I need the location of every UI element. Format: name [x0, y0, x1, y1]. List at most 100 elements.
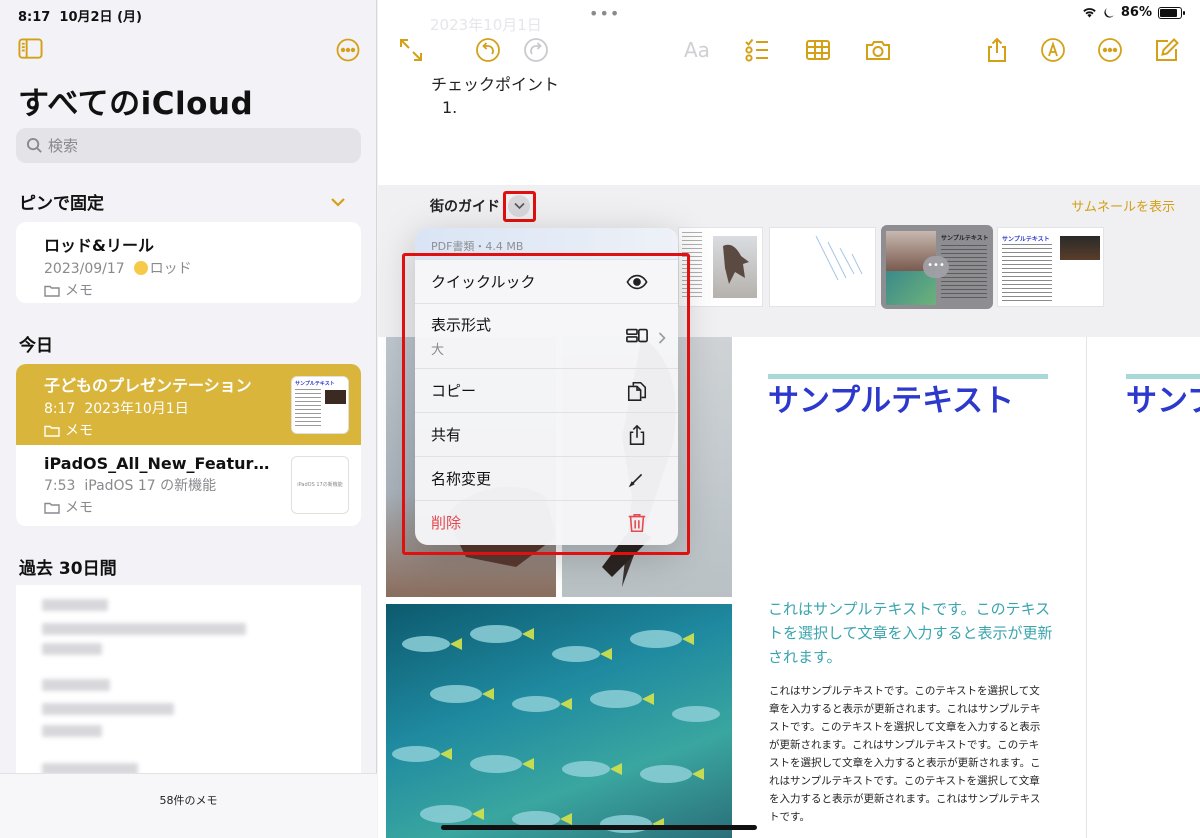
menu-item-share[interactable]: 共有 — [415, 412, 678, 456]
menu-item-label: 名称変更 — [431, 470, 492, 488]
note-thumbnail: サンプルテキスト — [291, 376, 349, 434]
note-title: iPadOS_All_New_Features… — [44, 454, 279, 473]
today-notes-card: 子どものプレゼンテーション 8:17 2023年10月1日 メモ サンプルテキス… — [16, 364, 361, 526]
menu-item-text: 表示形式 大 — [431, 314, 491, 358]
attachment-context-menu: PDF書類・4.4 MB クイックルック 表示形式 大 コピー 共有 名称変更 — [415, 228, 678, 545]
menu-item-label: コピー — [431, 382, 477, 400]
document-heading-next-page: サンプ — [1126, 383, 1200, 419]
layout-icon — [626, 325, 648, 347]
search-icon — [26, 137, 42, 153]
note-item-rod-reel[interactable]: ロッド&リール 2023/09/17 ロッド メモ — [16, 224, 361, 300]
search-bar[interactable] — [16, 128, 361, 163]
past30-section-header: 過去 30日間 — [19, 559, 117, 579]
menu-item-sublabel: 大 — [431, 343, 445, 358]
undo-icon[interactable] — [475, 37, 501, 63]
page-thumbnail[interactable] — [678, 227, 763, 307]
battery-icon — [1158, 6, 1185, 19]
markup-pen-icon[interactable] — [1040, 37, 1066, 63]
note-preview: iPadOS 17 の新機能 — [84, 478, 217, 494]
sidebar: 8:17 10月2日 (月) すべてのiCloud ピンで固定 ロッド&リール … — [0, 0, 377, 838]
chevron-right-icon — [658, 330, 666, 344]
menu-item-label: 削除 — [431, 514, 462, 532]
document-lead-text: これはサンプルテキストです。このテキストを選択して文章を入力すると表示が更新され… — [768, 600, 1053, 666]
multitasking-menu-icon[interactable]: ••• — [589, 4, 620, 23]
menu-file-info: PDF書類・4.4 MB — [415, 228, 678, 259]
thumbnail-text-lines — [295, 389, 321, 427]
note-preview: ロッド — [149, 261, 192, 277]
yellow-circle-icon — [133, 261, 148, 275]
menu-item-rename[interactable]: 名称変更 — [415, 456, 678, 500]
menu-item-copy[interactable]: コピー — [415, 368, 678, 412]
menu-item-label: クイックルック — [431, 273, 536, 291]
menu-item-view-format[interactable]: 表示形式 大 — [415, 303, 678, 368]
page-thumbnail[interactable]: サンプルテキスト — [997, 227, 1104, 307]
expand-icon[interactable] — [398, 37, 424, 63]
notes-count-footer: 58件のメモ — [0, 773, 377, 838]
menu-item-delete[interactable]: 削除 — [415, 500, 678, 544]
fish-school-photo — [386, 604, 732, 838]
folder-icon — [44, 502, 60, 514]
note-item-kids-presentation[interactable]: 子どものプレゼンテーション 8:17 2023年10月1日 メモ サンプルテキス… — [16, 364, 361, 445]
note-title: 子どものプレゼンテーション — [44, 376, 252, 395]
folder-icon — [44, 425, 60, 437]
redo-icon[interactable] — [523, 37, 549, 63]
note-folder-label: メモ — [65, 423, 93, 439]
note-list-item[interactable]: 1. — [442, 98, 457, 117]
thumbnail-heading: iPadOS 17の新機能 — [297, 482, 343, 488]
menu-item-label: 共有 — [431, 426, 462, 444]
text-format-button[interactable]: Aa — [684, 38, 710, 62]
thumbnail-photo — [325, 390, 346, 404]
document-body-text: これはサンプルテキストです。このテキストを選択して文章を入力すると表示が更新され… — [769, 685, 1041, 823]
camera-icon[interactable] — [865, 37, 891, 63]
note-meta: 2023/09/17 ロッド — [44, 258, 361, 278]
note-date: 2023年10月1日 — [84, 401, 189, 417]
copy-icon — [626, 380, 648, 402]
attachment-title: 街のガイド — [430, 199, 500, 215]
table-icon[interactable] — [805, 37, 831, 63]
note-title: ロッド&リール — [44, 236, 154, 255]
menu-item-label: 表示形式 — [431, 316, 492, 334]
home-indicator[interactable] — [441, 825, 757, 830]
show-thumbnails-link[interactable]: サムネールを表示 — [1071, 196, 1175, 215]
note-thumbnail: iPadOS 17の新機能 — [291, 456, 349, 514]
battery-percent: 86% — [1120, 5, 1152, 20]
page-thumbnail-current[interactable]: サンプルテキスト ••• — [881, 225, 993, 309]
blurred-notes-list — [16, 585, 361, 785]
folder-icon — [44, 285, 60, 297]
pinned-notes-card: ロッド&リール 2023/09/17 ロッド メモ — [16, 222, 361, 303]
new-note-icon[interactable] — [1154, 37, 1180, 63]
status-time: 8:17 — [18, 10, 51, 25]
checklist-icon[interactable] — [744, 37, 770, 63]
trash-icon — [626, 512, 648, 534]
note-date: 2023/09/17 — [44, 261, 125, 277]
note-folder-label: メモ — [65, 500, 93, 516]
notes-count: 58件のメモ — [159, 794, 218, 807]
note-time: 7:53 — [44, 478, 76, 494]
eye-icon — [626, 271, 648, 293]
menu-item-quick-look[interactable]: クイックルック — [415, 259, 678, 303]
pencil-icon — [626, 468, 648, 490]
share-icon[interactable] — [984, 37, 1010, 63]
page-thumbnail[interactable] — [769, 227, 876, 307]
page-options-dots-icon[interactable]: ••• — [923, 256, 949, 278]
note-date-header: 2023年10月1日 — [430, 16, 542, 34]
status-time-date: 8:17 10月2日 (月) — [18, 6, 142, 25]
collapse-pinned-chevron-icon[interactable] — [330, 193, 346, 207]
page-divider — [1086, 337, 1087, 838]
search-input[interactable] — [48, 136, 328, 155]
highlight-frame-chevron — [503, 191, 536, 222]
note-folder-label: メモ — [65, 283, 93, 299]
note-text-checkpoint[interactable]: チェックポイント — [431, 71, 559, 95]
sidebar-toggle-icon[interactable] — [18, 38, 43, 60]
moon-icon — [1104, 7, 1114, 18]
pinned-section-header: ピンで固定 — [19, 194, 104, 214]
wifi-icon — [1083, 8, 1096, 18]
folder-title: すべてのiCloud — [18, 86, 254, 122]
status-date: 10月2日 (月) — [59, 10, 142, 25]
note-item-ipados[interactable]: iPadOS_All_New_Features… 7:53 iPadOS 17 … — [16, 446, 361, 517]
document-heading: サンプルテキスト — [768, 383, 1015, 419]
more-options-icon[interactable] — [336, 38, 360, 62]
note-time: 8:17 — [44, 401, 76, 417]
note-folder: メモ — [44, 280, 361, 300]
more-options-icon[interactable] — [1097, 37, 1123, 63]
